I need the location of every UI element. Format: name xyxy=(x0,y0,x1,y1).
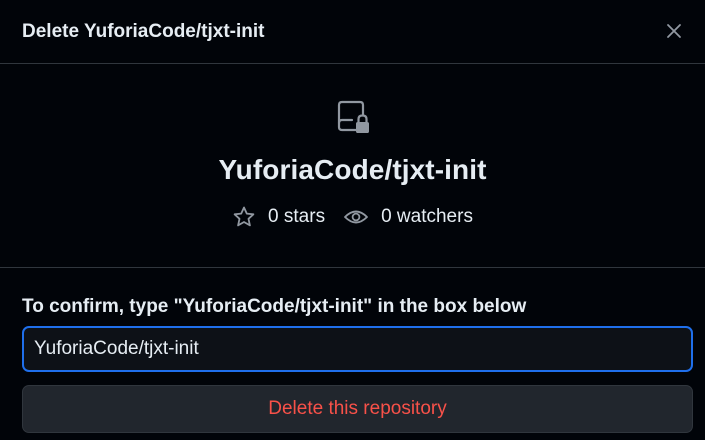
repository-summary: YuforiaCode/tjxt-init 0 stars 0 watchers xyxy=(0,64,705,268)
confirm-label: To confirm, type "YuforiaCode/tjxt-init"… xyxy=(22,296,527,317)
confirm-section: To confirm, type "YuforiaCode/tjxt-init"… xyxy=(0,268,705,433)
delete-repository-button[interactable]: Delete this repository xyxy=(22,385,693,433)
confirm-repository-name-input[interactable] xyxy=(22,326,693,372)
repository-stats: 0 stars 0 watchers xyxy=(232,205,473,229)
dialog-header: Delete YuforiaCode/tjxt-init xyxy=(0,0,705,64)
repo-locked-icon xyxy=(337,100,369,133)
watchers-stat: 0 watchers xyxy=(343,205,473,229)
star-icon xyxy=(233,206,255,227)
stars-count: 0 stars xyxy=(268,206,326,227)
close-icon xyxy=(667,24,681,38)
repository-name: YuforiaCode/tjxt-init xyxy=(218,154,487,185)
delete-repository-dialog: Delete YuforiaCode/tjxt-init YuforiaCode… xyxy=(0,0,705,440)
eye-icon xyxy=(344,210,368,224)
close-button[interactable] xyxy=(657,14,691,48)
stars-stat: 0 stars xyxy=(232,205,325,229)
dialog-title: Delete YuforiaCode/tjxt-init xyxy=(22,20,265,42)
watchers-count: 0 watchers xyxy=(381,206,473,227)
